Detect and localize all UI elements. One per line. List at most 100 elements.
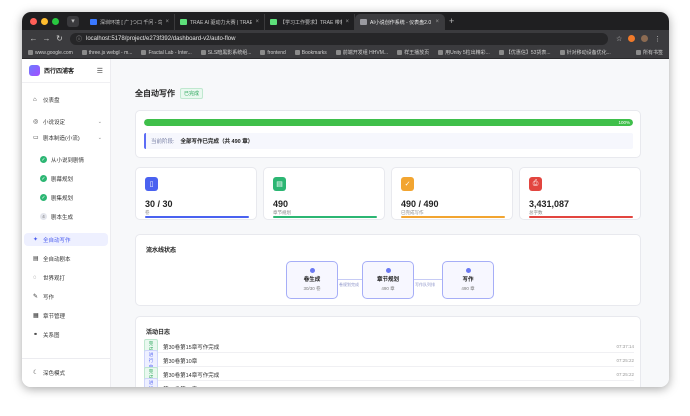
- check-icon: ✓: [40, 156, 47, 163]
- sidebar-item[interactable]: ◌ 世界观打: [24, 271, 108, 284]
- new-tab-button[interactable]: +: [449, 16, 454, 26]
- pipeline-title: 流水线状态: [146, 248, 177, 254]
- bookmark-label: www.google.com: [35, 49, 73, 56]
- sidebar-footer-item[interactable]: ☾ 深色模式: [24, 366, 108, 379]
- progress-bar-fill: [144, 119, 633, 126]
- browser-tab[interactable]: 【学习工作要求】TRAE 带着一×: [265, 14, 355, 30]
- bookmark-favicon-icon: [81, 50, 87, 55]
- sidebar-item[interactable]: ◎ 小说设定 ⌄: [24, 115, 108, 128]
- pipeline-node-name: 卷生成: [303, 277, 321, 283]
- browser-tab[interactable]: TRAE AI 驱动力大赛 | TRAE ×: [175, 14, 265, 30]
- profile-avatar[interactable]: [641, 35, 649, 42]
- tab-favicon-icon: [360, 19, 367, 25]
- reload-button[interactable]: ↻: [53, 34, 66, 43]
- sidebar-item[interactable]: ✓ 从小说到剧情: [24, 153, 108, 166]
- bookmark-label: 样王播放页: [404, 50, 430, 56]
- sidebar-item-label: 关系图: [43, 332, 60, 339]
- bookmark-item[interactable]: Bookmarks: [294, 50, 327, 56]
- url-field[interactable]: ⓘ localhost:5178/project/e273f392/dashbo…: [70, 32, 608, 45]
- sidebar-item[interactable]: ✓ 剧幕规划: [24, 172, 108, 185]
- bookmark-item[interactable]: frontend: [260, 50, 286, 56]
- bookmark-item[interactable]: www.google.com: [28, 50, 73, 56]
- sidebar-divider: [22, 358, 110, 359]
- tab-close-icon[interactable]: ×: [435, 19, 439, 25]
- log-text: 第30卷第15章写作完成: [163, 344, 220, 351]
- sidebar-item[interactable]: ▤ 全自动剧本: [24, 252, 108, 265]
- pipeline-node-count: 490 章: [461, 286, 475, 291]
- log-text: 第30卷第14章写作完成: [163, 372, 220, 379]
- sidebar-item[interactable]: ✓ 剧集规划: [24, 191, 108, 204]
- pipeline-connector-label: 卷规划完成: [339, 282, 359, 287]
- pipeline-node-name: 写作: [462, 277, 474, 283]
- sidebar-item[interactable]: ▭ 剧本制造(小流) ⌄: [24, 131, 108, 144]
- menu-toggle-icon[interactable]: ☰: [97, 67, 103, 75]
- sidebar-footer-item[interactable]: ▣ 项目管理: [24, 383, 108, 388]
- sidebar-item-label: 全自动剧本: [43, 256, 71, 263]
- sidebar: 西行四浦客 ☰ ⌂ 仪表盘 ◎ 小说设定 ⌄ ▭ 剧本制造(小流) ⌄ ✓ 从小说到剧情 ✓ 剧幕规划…: [22, 59, 111, 387]
- sidebar-item-label: 深色模式: [43, 370, 66, 377]
- pipeline-node[interactable]: 章节规划 490 章: [362, 261, 414, 299]
- minimize-window-button[interactable]: [41, 17, 48, 25]
- bookmark-item[interactable]: Fractal Lab - Inter...: [141, 50, 192, 56]
- pipeline-node[interactable]: 卷生成 30/30 卷: [286, 261, 338, 299]
- log-text: 第30卷第10章: [163, 358, 198, 365]
- sidebar-item[interactable]: ✦ 全自动写作: [24, 233, 108, 246]
- log-row: 完成第30卷第15章写作完成07:37:14: [144, 338, 634, 355]
- bookmark-item[interactable]: 前端开发组 HHVM...: [335, 49, 388, 56]
- menu-kebab-icon[interactable]: ⋮: [654, 35, 661, 43]
- bookmark-item[interactable]: 样王播放页: [397, 49, 429, 56]
- back-button[interactable]: ←: [27, 34, 40, 43]
- extension-icon[interactable]: [628, 35, 636, 42]
- forward-button[interactable]: →: [40, 34, 53, 43]
- pipeline-node[interactable]: 写作 490 章: [442, 261, 494, 299]
- sidebar-item[interactable]: ▦ 章节管理: [24, 309, 108, 322]
- sidebar-item-label: 写作: [43, 294, 55, 301]
- maximize-window-button[interactable]: [52, 17, 59, 25]
- log-time: 07:22:45: [616, 386, 634, 387]
- sidebar-item[interactable]: ⚭ 关系图: [24, 328, 108, 341]
- site-info-icon[interactable]: ⓘ: [76, 34, 82, 43]
- sidebar-item[interactable]: ✎ 写作: [24, 290, 108, 303]
- stat-value: 3,431,087: [529, 199, 570, 209]
- tab-title: TRAE AI 驱动力大赛 | TRAE: [190, 19, 253, 26]
- bookmark-star-icon[interactable]: ☆: [616, 35, 622, 43]
- bookmark-favicon-icon: [559, 50, 565, 55]
- stat-underline: [273, 216, 377, 218]
- log-row: 进行中第30卷第10章07:25:22: [144, 349, 634, 372]
- bookmark-favicon-icon: [141, 50, 147, 55]
- all-bookmarks-button[interactable]: 所有书签: [635, 49, 663, 56]
- script-icon: ▤: [33, 255, 39, 262]
- check-icon: ✓: [40, 194, 47, 201]
- sidebar-item[interactable]: ⌂ 仪表盘: [24, 93, 108, 106]
- status-badge: 已完成: [180, 88, 204, 99]
- tab-favicon-icon: [180, 19, 187, 25]
- browser-tab[interactable]: 深圳环境 [ 广 ]つ口 千问 - 鸟 ×: [85, 14, 175, 30]
- address-actions: ☆ ⋮: [616, 35, 661, 43]
- bookmark-item[interactable]: 【优惠信】53货表...: [498, 49, 551, 56]
- home-icon: ⌂: [33, 96, 37, 103]
- chevron-down-icon: ⌄: [97, 118, 102, 125]
- sidebar-item-label: 剧幕规划: [51, 176, 74, 183]
- bookmark-favicon-icon: [438, 50, 444, 55]
- bookmark-favicon-icon: [260, 50, 266, 55]
- bookmark-label: 用Unity 5粒出精彩...: [445, 50, 490, 56]
- tab-close-icon[interactable]: ×: [345, 19, 349, 25]
- bookmark-item[interactable]: 用Unity 5粒出精彩...: [438, 49, 490, 56]
- bookmark-item[interactable]: SLS暗黑影系统组...: [200, 49, 251, 56]
- tab-close-icon[interactable]: ×: [165, 19, 169, 25]
- progress-bar: 100%: [144, 119, 633, 126]
- stat-value: 490 / 490: [401, 199, 439, 209]
- stat-card: ⎙ 3,431,087 总字数: [519, 167, 641, 220]
- current-stage: 当前阶段: 全部写作已完成（共 490 章）: [144, 133, 633, 149]
- bookmark-item[interactable]: 针对移动设备优化...: [559, 49, 611, 56]
- sidebar-item[interactable]: 4 剧本生成: [24, 210, 108, 223]
- browser-tab[interactable]: AI小说创作系统 - 仪表盘2.0 ×: [355, 14, 445, 30]
- bookmark-item[interactable]: three.js webgl - m...: [81, 50, 132, 56]
- log-text: 第30卷第14章: [163, 385, 197, 388]
- close-window-button[interactable]: [30, 17, 37, 25]
- app-content: 西行四浦客 ☰ ⌂ 仪表盘 ◎ 小说设定 ⌄ ▭ 剧本制造(小流) ⌄ ✓ 从小说到剧情 ✓ 剧幕规划…: [22, 59, 669, 387]
- tab-favicon-icon: [270, 19, 277, 25]
- tab-search-icon[interactable]: ▾: [67, 15, 79, 27]
- tab-close-icon[interactable]: ×: [255, 19, 259, 25]
- sidebar-item-label: 全自动写作: [43, 237, 71, 244]
